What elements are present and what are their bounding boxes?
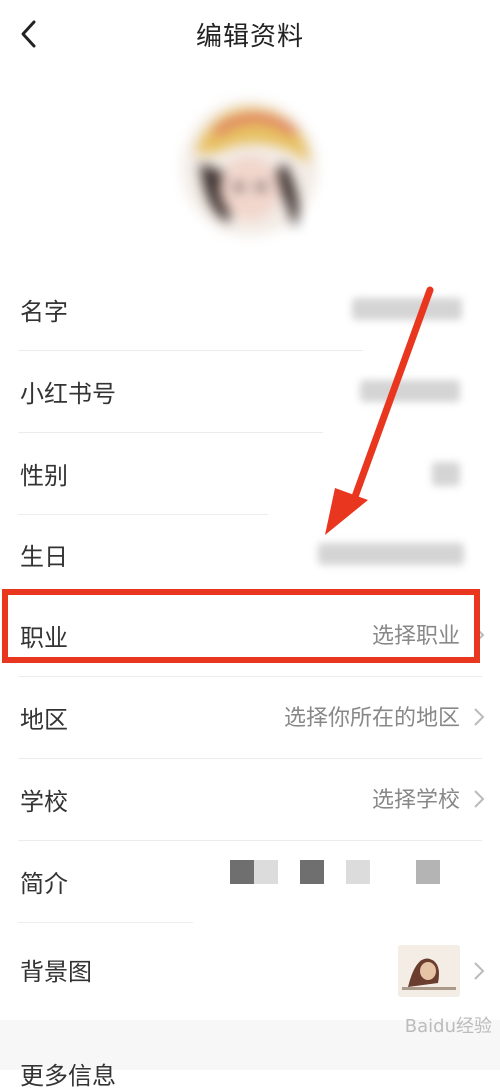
occupation-label: 职业: [20, 624, 68, 652]
divider: [18, 758, 482, 759]
row-occupation[interactable]: 职业 选择职业: [0, 596, 500, 676]
name-label: 名字: [20, 298, 68, 326]
region-label: 地区: [20, 706, 68, 734]
school-value: 选择学校: [371, 788, 460, 813]
id-value-blurred: [360, 380, 460, 402]
background-image-label: 背景图: [20, 958, 92, 986]
school-label: 学校: [20, 788, 68, 816]
birthday-label: 生日: [20, 543, 68, 571]
row-school[interactable]: 学校 选择学校: [0, 760, 500, 840]
row-birthday[interactable]: 生日: [0, 515, 500, 595]
chevron-right-icon: [474, 708, 485, 726]
divider: [18, 840, 482, 841]
gender-label: 性别: [20, 462, 68, 490]
chevron-right-icon: [474, 962, 485, 980]
top-bar: 编辑资料: [0, 0, 500, 70]
divider: [18, 922, 193, 923]
bio-value-mosaic: [230, 860, 470, 886]
occupation-value: 选择职业: [371, 624, 460, 649]
page-title: 编辑资料: [195, 22, 304, 52]
name-value-blurred: [352, 298, 462, 320]
divider: [18, 676, 482, 677]
birthday-value-blurred: [318, 543, 464, 565]
avatar[interactable]: [175, 93, 325, 243]
watermark: Baidu经验: [404, 1016, 492, 1037]
chevron-right-icon: [474, 790, 485, 808]
xiaohongshu-id-label: 小红书号: [20, 380, 116, 408]
row-region[interactable]: 地区 选择你所在的地区: [0, 678, 500, 758]
more-info-label: 更多信息: [20, 1062, 116, 1090]
row-name[interactable]: 名字: [0, 270, 500, 350]
region-value: 选择你所在的地区: [283, 706, 460, 731]
row-xiaohongshu-id[interactable]: 小红书号: [0, 352, 500, 432]
background-image-thumbnail: [398, 945, 460, 997]
chevron-right-icon: [474, 626, 485, 644]
row-gender[interactable]: 性别: [0, 434, 500, 514]
divider: [18, 432, 323, 433]
gender-value-blurred: [432, 462, 460, 486]
bio-label: 简介: [20, 870, 68, 898]
divider: [18, 350, 363, 351]
